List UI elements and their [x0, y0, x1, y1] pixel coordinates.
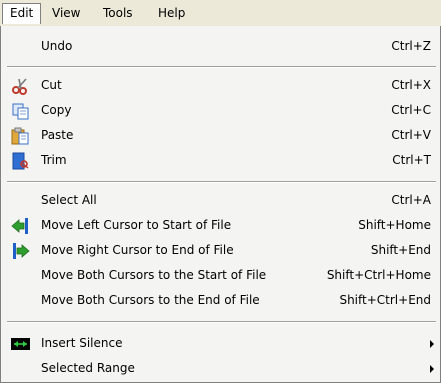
insert-silence-icon: [11, 335, 30, 353]
menu-help[interactable]: Help: [151, 3, 192, 24]
menu-view[interactable]: View: [45, 3, 87, 24]
menu-item-selected-range[interactable]: Selected Range: [1, 357, 440, 381]
menu-item-label: Paste: [41, 128, 74, 142]
menu-item-label: Move Both Cursors to the Start of File: [41, 268, 267, 282]
menu-item-undo[interactable]: Undo Ctrl+Z: [1, 35, 440, 59]
menu-item-move-left-cursor[interactable]: Move Left Cursor to Start of File Shift+…: [1, 214, 440, 238]
menu-item-move-right-cursor[interactable]: Move Right Cursor to End of File Shift+E…: [1, 239, 440, 263]
menu-item-label: Insert Silence: [41, 336, 123, 350]
menu-bar: Edit View Tools Help: [0, 0, 441, 27]
menu-item-shortcut: Shift+Ctrl+Home: [326, 268, 431, 282]
menu-item-shortcut: Shift+Ctrl+End: [339, 293, 431, 307]
paste-icon: [11, 127, 30, 145]
menu-tools[interactable]: Tools: [96, 3, 140, 24]
menu-item-shortcut: Shift+End: [370, 243, 431, 257]
menu-item-shortcut: Ctrl+Z: [391, 39, 431, 53]
menu-item-shortcut: Ctrl+X: [391, 78, 431, 92]
menu-item-paste[interactable]: Paste Ctrl+V: [1, 124, 440, 148]
menu-item-insert-silence[interactable]: Insert Silence: [1, 332, 440, 356]
submenu-arrow-icon: [430, 365, 434, 373]
menu-item-label: Trim: [41, 153, 67, 167]
menu-item-shortcut: Ctrl+V: [391, 128, 431, 142]
menu-item-label: Select All: [41, 193, 97, 207]
menu-item-label: Move Left Cursor to Start of File: [41, 218, 232, 232]
scissors-icon: [11, 77, 30, 95]
menu-item-label: Move Both Cursors to the End of File: [41, 293, 260, 307]
menu-item-shortcut: Ctrl+C: [391, 103, 431, 117]
edit-menu-dropdown: Undo Ctrl+Z Cut Ctrl+X Copy Ctrl+C Paste…: [0, 26, 441, 383]
menu-item-shortcut: Shift+Home: [358, 218, 431, 232]
left-cursor-arrow-icon: [11, 217, 30, 235]
right-cursor-arrow-icon: [11, 242, 30, 260]
menu-item-shortcut: Ctrl+A: [391, 193, 431, 207]
menu-item-label: Cut: [41, 78, 62, 92]
menu-item-move-both-start[interactable]: Move Both Cursors to the Start of File S…: [1, 264, 440, 288]
menu-item-cut[interactable]: Cut Ctrl+X: [1, 74, 440, 98]
menu-separator: [7, 181, 436, 183]
menu-item-select-all[interactable]: Select All Ctrl+A: [1, 189, 440, 213]
menu-item-shortcut: Ctrl+T: [392, 153, 431, 167]
menu-item-copy[interactable]: Copy Ctrl+C: [1, 99, 440, 123]
menu-item-label: Move Right Cursor to End of File: [41, 243, 234, 257]
menu-separator: [7, 66, 436, 68]
trim-icon: [11, 152, 30, 170]
menu-edit[interactable]: Edit: [2, 3, 42, 24]
menu-item-trim[interactable]: Trim Ctrl+T: [1, 149, 440, 173]
menu-item-label: Copy: [41, 103, 72, 117]
copy-icon: [11, 102, 30, 120]
menu-item-label: Undo: [41, 39, 73, 53]
menu-item-move-both-end[interactable]: Move Both Cursors to the End of File Shi…: [1, 289, 440, 313]
menu-separator: [7, 321, 436, 323]
submenu-arrow-icon: [430, 340, 434, 348]
menu-item-label: Selected Range: [41, 361, 135, 375]
